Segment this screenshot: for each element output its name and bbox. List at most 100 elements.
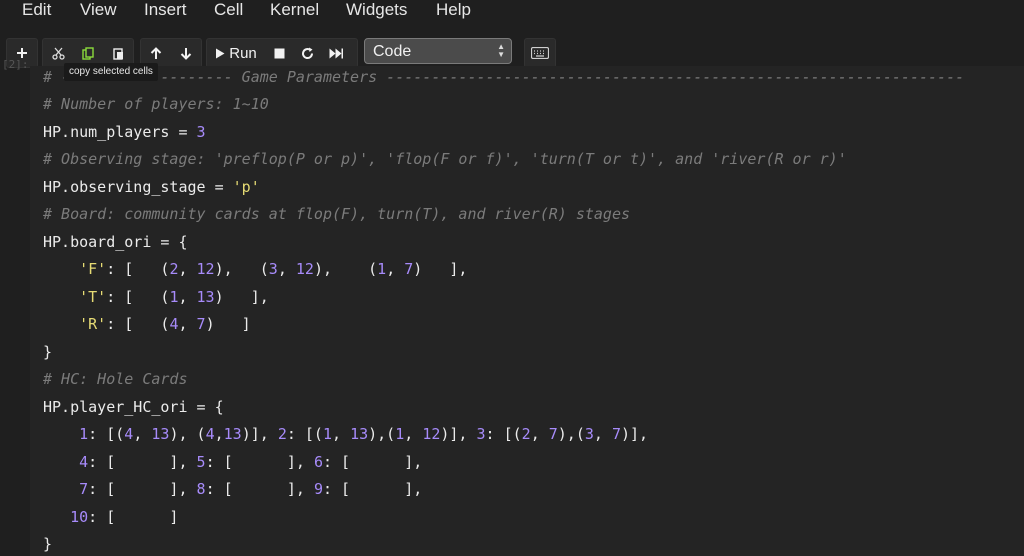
code-token: , (277, 260, 296, 278)
code-token: , (530, 425, 549, 443)
select-arrows-icon: ▲ ▼ (497, 42, 505, 59)
code-token: 12 (422, 425, 441, 443)
code-token: 3 (476, 425, 486, 443)
menu-kernel[interactable]: Kernel (270, 0, 319, 20)
code-token: 7 (404, 260, 414, 278)
cell-type-value: Code (373, 43, 412, 60)
cell-prompt: [2]: (2, 58, 29, 71)
keyboard-icon[interactable] (525, 39, 555, 67)
code-line: HP.player_HC_ori = { (43, 396, 224, 418)
code-token: # Board: community cards at flop(F), tur… (43, 205, 630, 223)
menu-bar: Edit View Insert Cell Kernel Widgets Hel… (0, 0, 1024, 30)
code-token: HP.player_HC_ori = { (43, 398, 224, 416)
code-token: 2 (521, 425, 531, 443)
code-line: HP.num_players = 3 (43, 121, 206, 143)
code-token: # ------------------- Game Parameters --… (43, 68, 965, 86)
code-token: ), ( (169, 425, 206, 443)
code-token: 4 (79, 453, 89, 471)
code-token: HP.num_players = (43, 123, 197, 141)
cell-type-select[interactable]: Code ▲ ▼ (364, 38, 512, 64)
stop-icon[interactable] (265, 39, 293, 67)
code-token: 4 (124, 425, 134, 443)
code-line: 7: [ ], 8: [ ], 9: [ ], (43, 478, 422, 500)
code-line: 4: [ ], 5: [ ], 6: [ ], (43, 451, 422, 473)
code-line: 1: [(4, 13), (4,13)], 2: [(1, 13),(1, 12… (43, 423, 648, 445)
code-token: 13 (223, 425, 242, 443)
code-token: , (178, 288, 197, 306)
code-token: HP.observing_stage = (43, 178, 233, 196)
code-token: )], (621, 425, 649, 443)
code-cell[interactable]: # ------------------- Game Parameters --… (30, 66, 1024, 556)
code-token: : [ ], (88, 480, 197, 498)
code-token: 1 (79, 425, 89, 443)
code-token: # Observing stage: 'preflop(P or p)', 'f… (43, 150, 847, 168)
code-token: 7 (611, 425, 621, 443)
fast-forward-icon[interactable] (321, 39, 351, 67)
play-icon (216, 48, 225, 58)
arrow-down-icon[interactable] (171, 39, 201, 67)
code-token: 'F' (79, 260, 107, 278)
code-token: # Number of players: 1~10 (43, 95, 269, 113)
code-token: , (593, 425, 612, 443)
run-label: Run (229, 44, 257, 62)
code-line: # Number of players: 1~10 (43, 93, 269, 115)
code-token: 5 (196, 453, 206, 471)
code-line: 10: [ ] (43, 506, 178, 528)
menu-help[interactable]: Help (436, 0, 471, 20)
code-token: 2 (277, 425, 287, 443)
code-token: : [ ( (106, 315, 170, 333)
code-token: : [ ], (322, 453, 423, 471)
code-token: } (43, 535, 53, 553)
code-token: ) ] (205, 315, 251, 333)
code-token: : [ ] (88, 508, 179, 526)
code-token: 13 (196, 288, 215, 306)
code-token: HP.board_ori = { (43, 233, 188, 251)
code-token: 1 (377, 260, 387, 278)
code-token: 3 (268, 260, 278, 278)
code-token: , (214, 425, 224, 443)
code-token: 7 (79, 480, 89, 498)
restart-icon[interactable] (293, 39, 321, 67)
code-token: 'R' (79, 315, 107, 333)
menu-edit[interactable]: Edit (22, 0, 51, 20)
menu-widgets[interactable]: Widgets (346, 0, 407, 20)
run-group: Run (206, 38, 358, 68)
code-token: , (332, 425, 351, 443)
code-token: # HC: Hole Cards (43, 370, 188, 388)
menu-view[interactable]: View (80, 0, 117, 20)
code-token: ) ], (214, 288, 269, 306)
code-token: 13 (151, 425, 170, 443)
code-token: 'p' (232, 178, 260, 196)
code-token: 'T' (79, 288, 107, 306)
code-token: , (133, 425, 152, 443)
code-token: : [( (286, 425, 323, 443)
code-line: # ------------------- Game Parameters --… (43, 66, 964, 88)
menu-cell[interactable]: Cell (214, 0, 243, 20)
code-token: 10 (70, 508, 89, 526)
code-line: # Board: community cards at flop(F), tur… (43, 203, 630, 225)
code-line: 'F': [ (2, 12), (3, 12), (1, 7) ], (43, 258, 467, 280)
code-token: ),( (557, 425, 585, 443)
code-token: , (404, 425, 423, 443)
run-button[interactable]: Run (207, 39, 265, 67)
code-token: 1 (322, 425, 332, 443)
code-token: : [ ( (106, 260, 170, 278)
menu-insert[interactable]: Insert (144, 0, 187, 20)
code-token: ) ], (413, 260, 468, 278)
code-token: 12 (295, 260, 314, 278)
code-token: : [ ], (205, 480, 314, 498)
code-token: 1 (395, 425, 405, 443)
code-token: )], (241, 425, 278, 443)
code-token: ), ( (214, 260, 269, 278)
code-line: HP.board_ori = { (43, 231, 188, 253)
code-token: 7 (548, 425, 558, 443)
code-line: # Observing stage: 'preflop(P or p)', 'f… (43, 148, 847, 170)
code-token: ), ( (313, 260, 378, 278)
code-token: : [ ], (88, 453, 197, 471)
code-token: 4 (205, 425, 215, 443)
code-token: , (178, 260, 197, 278)
